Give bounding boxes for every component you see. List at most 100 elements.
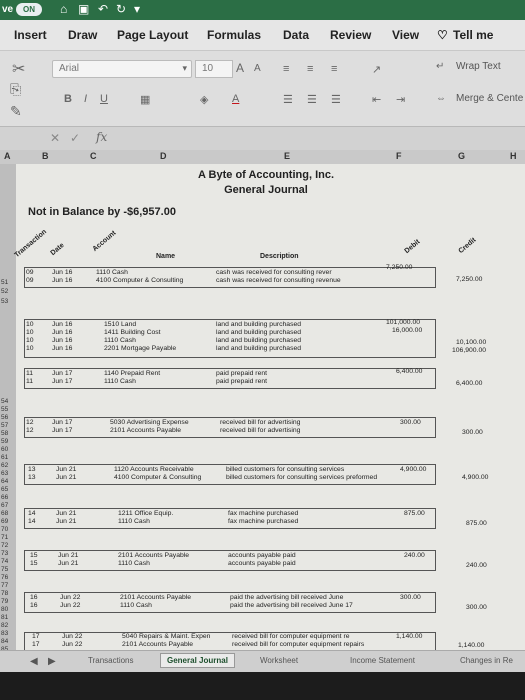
entry-transaction[interactable]: 12	[26, 427, 34, 434]
entry-credit[interactable]: 6,400.00	[456, 380, 482, 387]
entry-debit[interactable]: 6,400.00	[396, 368, 422, 375]
row-header[interactable]: 58	[1, 430, 8, 437]
row-header[interactable]: 75	[1, 566, 8, 573]
row-header[interactable]: 78	[1, 590, 8, 597]
entry-account[interactable]: 2201 Mortgage Payable	[104, 345, 176, 352]
save-icon[interactable]: ▣	[78, 2, 89, 16]
entry-description[interactable]: received bill for computer equipment re	[232, 633, 350, 640]
copy-icon[interactable]: ⎘	[10, 81, 21, 98]
entry-description[interactable]: paid the advertising bill received June …	[230, 602, 353, 609]
entry-transaction[interactable]: 11	[26, 378, 33, 385]
entry-transaction[interactable]: 11	[26, 370, 33, 377]
row-header[interactable]: 79	[1, 598, 8, 605]
entry-date[interactable]: Jun 21	[56, 466, 76, 473]
format-painter-icon[interactable]: ✎	[10, 103, 22, 120]
undo-icon[interactable]: ↶	[98, 2, 108, 16]
entry-credit[interactable]: 106,900.00	[452, 347, 486, 354]
row-header[interactable]: 84	[1, 638, 8, 645]
entry-description[interactable]: accounts payable paid	[228, 560, 296, 567]
tab-draw[interactable]: Draw	[68, 28, 97, 42]
row-header[interactable]: 68	[1, 510, 8, 517]
fx-icon[interactable]: fx	[96, 130, 107, 144]
entry-description[interactable]: received bill for advertising	[220, 419, 300, 426]
entry-credit[interactable]: 875.00	[466, 520, 487, 527]
entry-description[interactable]: land and building purchased	[216, 345, 301, 352]
entry-description[interactable]: paid the advertising bill received June	[230, 594, 343, 601]
row-header[interactable]: 56	[1, 414, 8, 421]
entry-transaction[interactable]: 10	[26, 337, 34, 344]
align-middle-icon[interactable]: ≡	[307, 63, 313, 75]
entry-credit[interactable]: 300.00	[466, 604, 487, 611]
borders-icon[interactable]: ▦	[140, 93, 150, 106]
tab-insert[interactable]: Insert	[14, 28, 47, 42]
entry-date[interactable]: Jun 17	[52, 419, 72, 426]
entry-debit[interactable]: 7,250.00	[386, 264, 412, 271]
tab-data[interactable]: Data	[283, 28, 309, 42]
merge-icon[interactable]: ⇔	[436, 93, 446, 104]
column-header-h[interactable]: H	[510, 151, 517, 161]
entry-date[interactable]: Jun 17	[52, 427, 72, 434]
align-right-icon[interactable]: ☰	[331, 93, 341, 106]
entry-date[interactable]: Jun 16	[52, 329, 72, 336]
column-header-g[interactable]: G	[458, 151, 465, 161]
entry-transaction[interactable]: 15	[30, 552, 38, 559]
row-header[interactable]: 76	[1, 574, 8, 581]
cut-icon[interactable]: ✂	[12, 59, 25, 79]
entry-account[interactable]: 2101 Accounts Payable	[110, 427, 181, 434]
entry-description[interactable]: billed customers for consulting services	[226, 466, 344, 473]
entry-credit[interactable]: 240.00	[466, 562, 487, 569]
entry-debit[interactable]: 300.00	[400, 594, 421, 601]
entry-transaction[interactable]: 10	[26, 329, 34, 336]
decrease-font-icon[interactable]: A	[254, 63, 261, 74]
entry-description[interactable]: land and building purchased	[216, 329, 301, 336]
italic-icon[interactable]: I	[84, 93, 87, 105]
entry-date[interactable]: Jun 21	[56, 518, 76, 525]
merge-center-button[interactable]: Merge & Cente	[456, 93, 523, 104]
increase-indent-icon[interactable]: ⇥	[396, 93, 405, 106]
entry-transaction[interactable]: 09	[26, 277, 34, 284]
entry-transaction[interactable]: 17	[32, 633, 40, 640]
entry-date[interactable]: Jun 17	[52, 370, 72, 377]
entry-description[interactable]: fax machine purchased	[228, 510, 298, 517]
entry-credit[interactable]: 300.00	[462, 429, 483, 436]
entry-transaction[interactable]: 17	[32, 641, 40, 648]
row-header[interactable]: 64	[1, 478, 8, 485]
entry-transaction[interactable]: 15	[30, 560, 38, 567]
sheet-tab-worksheet[interactable]: Worksheet	[260, 656, 298, 665]
entry-transaction[interactable]: 10	[26, 321, 34, 328]
worksheet-grid[interactable]: A Byte of Accounting, Inc. General Journ…	[14, 164, 525, 651]
entry-transaction[interactable]: 13	[28, 474, 36, 481]
row-header[interactable]: 52	[1, 288, 8, 295]
row-header[interactable]: 71	[1, 534, 8, 541]
column-header-e[interactable]: E	[284, 151, 290, 161]
entry-transaction[interactable]: 16	[30, 602, 38, 609]
tab-view[interactable]: View	[392, 28, 419, 42]
entry-credit[interactable]: 4,900.00	[462, 474, 488, 481]
entry-description[interactable]: land and building purchased	[216, 337, 301, 344]
decrease-indent-icon[interactable]: ⇤	[372, 93, 381, 106]
tab-page-layout[interactable]: Page Layout	[117, 28, 188, 42]
entry-date[interactable]: Jun 21	[58, 552, 78, 559]
entry-date[interactable]: Jun 16	[52, 269, 72, 276]
row-header[interactable]: 66	[1, 494, 8, 501]
underline-icon[interactable]: U	[100, 93, 108, 105]
sheet-tab-transactions[interactable]: Transactions	[88, 656, 134, 665]
row-header[interactable]: 83	[1, 630, 8, 637]
entry-transaction[interactable]: 16	[30, 594, 38, 601]
entry-date[interactable]: Jun 16	[52, 337, 72, 344]
entry-description[interactable]: billed customers for consulting services…	[226, 474, 377, 481]
entry-description[interactable]: cash was received for consulting rever	[216, 269, 332, 276]
sheet-tab-general-journal[interactable]: General Journal	[160, 653, 235, 668]
font-name-select[interactable]: Arial ▾	[52, 60, 192, 78]
entry-debit[interactable]: 4,900.00	[400, 466, 426, 473]
align-bottom-icon[interactable]: ≡	[331, 63, 337, 75]
column-header-b[interactable]: B	[42, 151, 49, 161]
entry-description[interactable]: received bill for computer equipment rep…	[232, 641, 364, 648]
column-header-f[interactable]: F	[396, 151, 402, 161]
entry-transaction[interactable]: 14	[28, 518, 36, 525]
autosave-toggle[interactable]: ON	[16, 3, 42, 16]
entry-description[interactable]: cash was received for consulting revenue	[216, 277, 341, 284]
entry-account[interactable]: 1110 Cash	[118, 518, 150, 525]
column-header-a[interactable]: A	[4, 151, 11, 161]
entry-transaction[interactable]: 14	[28, 510, 36, 517]
